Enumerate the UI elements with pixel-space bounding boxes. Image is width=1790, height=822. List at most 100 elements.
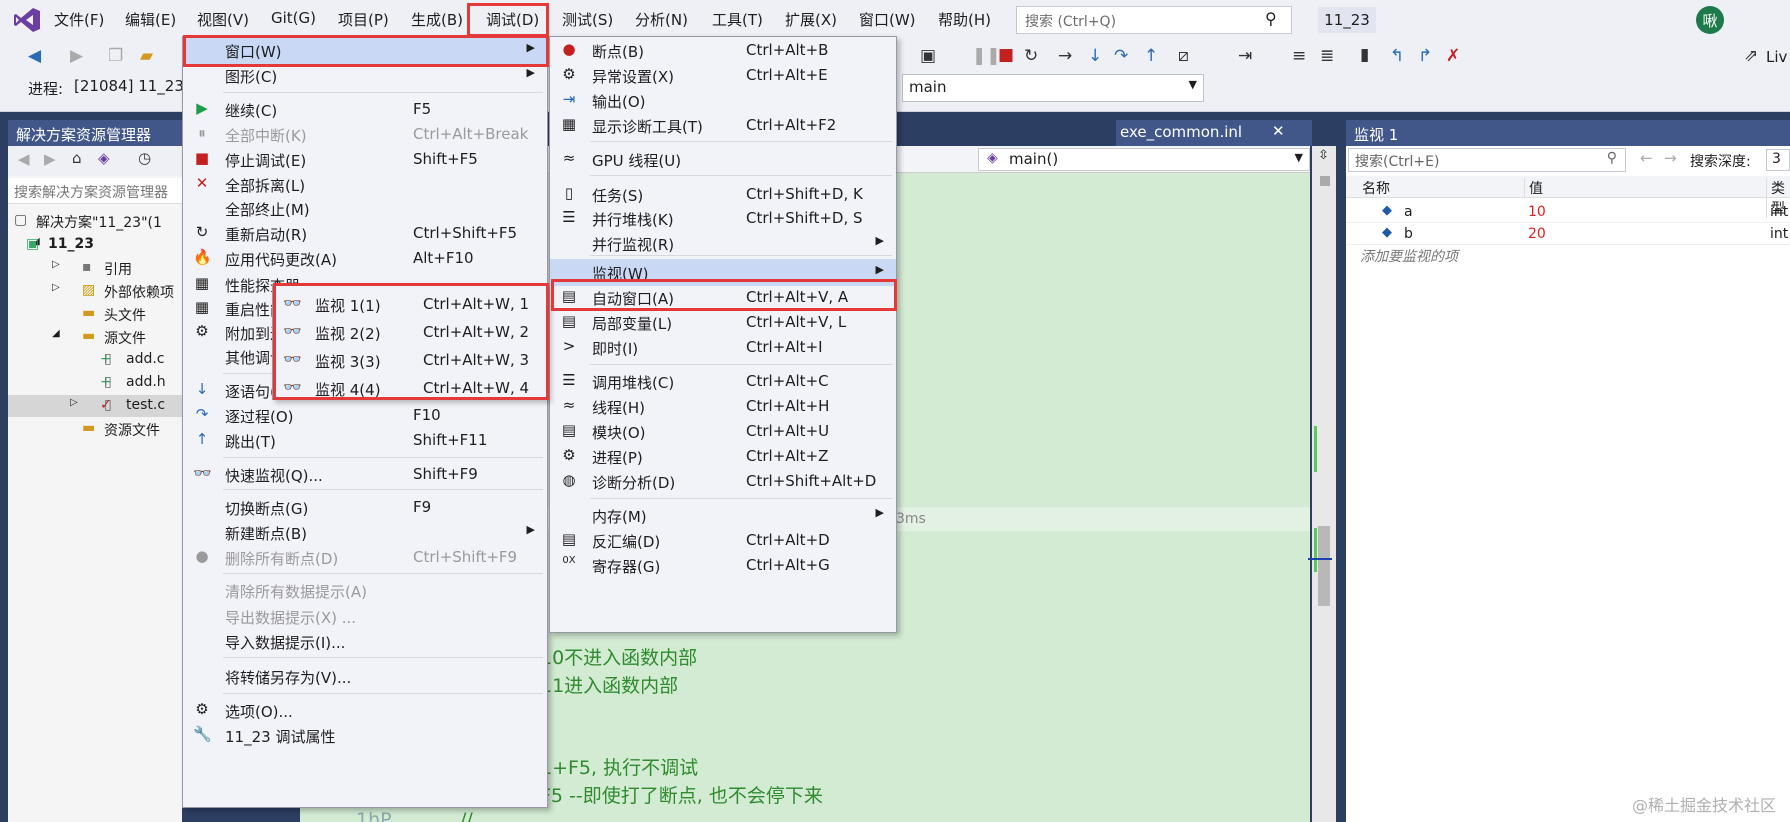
window-menu-item[interactable]: ▤ 自动窗口(A) Ctrl+Alt+V, A — [550, 284, 896, 311]
home-icon[interactable]: ⌂ — [72, 149, 82, 167]
restart-icon[interactable]: ↻ — [1024, 46, 1038, 66]
back-icon[interactable]: ◀ — [18, 150, 30, 168]
solution-search-input[interactable]: 搜索解决方案资源管理器 — [8, 178, 182, 204]
menu-11[interactable]: 窗口(W) — [859, 9, 916, 30]
solution-tree-item[interactable]: add.c — [126, 351, 165, 367]
watch-search-input[interactable]: 搜索(Ctrl+E) ⚲ — [1348, 148, 1626, 172]
watch-submenu-item[interactable]: 👓 监视 1(1) Ctrl+Alt+W, 1 — [273, 291, 547, 318]
live-share-icon[interactable]: ⇗ — [1744, 46, 1758, 66]
solution-tree-item[interactable]: 引用 — [104, 259, 132, 279]
watch-submenu-item[interactable]: 👓 监视 2(2) Ctrl+Alt+W, 2 — [273, 319, 547, 346]
debug-menu-item[interactable]: 图形(C) ▶ — [183, 62, 547, 89]
history-icon[interactable]: ◷ — [138, 149, 151, 167]
debug-menu-item[interactable]: 👓 快速监视(Q)... Shift+F9 — [183, 461, 547, 488]
menu-12[interactable]: 帮助(H) — [938, 9, 991, 30]
next-bookmark-icon[interactable]: ↱ — [1418, 46, 1432, 66]
new-item-icon[interactable]: ❐ — [108, 46, 123, 66]
window-menu-item[interactable]: 监视(W) ▶ — [550, 259, 896, 286]
menu-6[interactable]: 调试(D) — [486, 9, 539, 30]
debug-menu-item[interactable]: 将转储另存为(V)... — [183, 663, 547, 690]
expand-arrow-icon[interactable]: ◢ — [52, 328, 60, 339]
debug-menu-item[interactable]: ⚙ 选项(O)... — [183, 697, 547, 724]
menu-8[interactable]: 分析(N) — [635, 9, 688, 30]
forward-icon[interactable]: ▶ — [44, 150, 56, 168]
forward-icon[interactable]: ▶ — [70, 46, 83, 66]
step-into-icon[interactable]: ↓ — [1088, 46, 1102, 66]
show-next-statement-icon[interactable]: → — [1058, 46, 1072, 66]
watch-submenu-item[interactable]: 👓 监视 4(4) Ctrl+Alt+W, 4 — [273, 375, 547, 402]
window-menu-item[interactable]: ● 断点(B) Ctrl+Alt+B — [550, 37, 896, 64]
search-next-icon[interactable]: → — [1664, 149, 1677, 167]
debug-menu-item[interactable]: ↑ 跳出(T) Shift+F11 — [183, 427, 547, 454]
debug-menu-item[interactable]: ✕ 全部拆离(L) — [183, 171, 547, 198]
watch-value[interactable]: 20 — [1528, 226, 1546, 242]
watch-submenu-item[interactable]: 👓 监视 3(3) Ctrl+Alt+W, 3 — [273, 347, 547, 374]
search-previous-icon[interactable]: ← — [1640, 149, 1653, 167]
window-menu-item[interactable]: ≈ GPU 线程(U) — [550, 146, 896, 173]
menu-3[interactable]: Git(G) — [271, 9, 316, 27]
debug-menu-item[interactable]: 窗口(W) ▶ — [183, 37, 547, 64]
function-dropdown[interactable]: ◈ main() ▼ — [978, 148, 1310, 171]
menu-1[interactable]: 编辑(E) — [125, 9, 176, 30]
watch-name[interactable]: a — [1404, 204, 1413, 220]
clear-bookmarks-icon[interactable]: ✗ — [1446, 46, 1460, 66]
open-folder-icon[interactable]: ▰ — [140, 46, 153, 66]
pause-icon[interactable]: ❚❚ — [972, 46, 1001, 66]
debug-menu-item[interactable]: 清除所有数据提示(A) — [183, 577, 547, 604]
window-menu-item[interactable]: ▤ 反汇编(D) Ctrl+Alt+D — [550, 527, 896, 554]
search-depth-input[interactable]: 3 — [1766, 149, 1790, 171]
window-menu-item[interactable]: ☰ 调用堆栈(C) Ctrl+Alt+C — [550, 368, 896, 395]
window-menu-item[interactable]: ⚙ 异常设置(X) Ctrl+Alt+E — [550, 62, 896, 89]
debug-menu-item[interactable]: 导入数据提示(I)... — [183, 628, 547, 655]
window-menu-item[interactable]: ≈ 线程(H) Ctrl+Alt+H — [550, 393, 896, 420]
split-icon[interactable]: ⇳ — [1318, 148, 1329, 163]
window-menu-item[interactable]: > 即时(I) Ctrl+Alt+I — [550, 334, 896, 361]
menu-2[interactable]: 视图(V) — [197, 9, 249, 30]
watch-name[interactable]: b — [1404, 226, 1413, 242]
bookmark-icon[interactable]: ▮ — [1360, 45, 1369, 65]
avatar[interactable]: 啾 — [1696, 6, 1724, 34]
watch-value[interactable]: 10 — [1528, 204, 1546, 220]
window-menu-item[interactable]: 0X 寄存器(G) Ctrl+Alt+G — [550, 552, 896, 579]
debug-menu-item[interactable]: 🔥 应用代码更改(A) Alt+F10 — [183, 245, 547, 272]
search-icon[interactable]: ⚲ — [1265, 9, 1277, 28]
menu-7[interactable]: 测试(S) — [562, 9, 613, 30]
solution-tree-item[interactable]: test.c — [126, 397, 165, 413]
debug-menu-item[interactable]: ↷ 逐过程(O) F10 — [183, 402, 547, 429]
debug-menu-item[interactable]: 新建断点(B) ▶ — [183, 519, 547, 546]
window-menu-item[interactable]: ▦ 显示诊断工具(T) Ctrl+Alt+F2 — [550, 112, 896, 139]
stack-frame-dropdown[interactable]: main ▼ — [902, 74, 1204, 102]
global-search-input[interactable]: 搜索 (Ctrl+Q) — [1016, 6, 1292, 34]
step-over-icon[interactable]: ↷ — [1114, 46, 1128, 66]
prev-bookmark-icon[interactable]: ↰ — [1390, 46, 1404, 66]
watch-row[interactable]: ◆ b 20 int — [1346, 224, 1790, 245]
solution-tree-item[interactable]: add.h — [126, 374, 166, 390]
debug-menu-item[interactable]: ↻ 重新启动(R) Ctrl+Shift+F5 — [183, 220, 547, 247]
watch-row[interactable]: ◆ a 10 int — [1346, 202, 1790, 223]
process-dropdown[interactable]: [21084] 11_23. — [68, 74, 182, 102]
thread-icon[interactable]: ⇥ — [1238, 46, 1252, 66]
solution-tree-item[interactable]: 解决方案"11_23"(1 — [36, 212, 162, 232]
window-menu-item[interactable]: ▤ 模块(O) Ctrl+Alt+U — [550, 418, 896, 445]
comment-icon[interactable]: ≡ — [1292, 46, 1306, 66]
debug-menu-item[interactable]: ▶ 继续(C) F5 — [183, 96, 547, 123]
expand-arrow-icon[interactable]: ▷ — [52, 259, 60, 270]
debug-menu-item[interactable]: ■ 停止调试(E) Shift+F5 — [183, 146, 547, 173]
debug-menu-item[interactable]: ⏸ 全部中断(K) Ctrl+Alt+Break — [183, 121, 547, 148]
search-icon[interactable]: ⚲ — [1607, 150, 1617, 166]
window-menu-item[interactable]: 内存(M) ▶ — [550, 502, 896, 529]
stop-icon[interactable]: ■ — [998, 45, 1014, 65]
solution-tree-item[interactable]: 头文件 — [104, 305, 146, 325]
window-menu-item[interactable]: 并行监视(R) ▶ — [550, 230, 896, 257]
window-menu-item[interactable]: ▯ 任务(S) Ctrl+Shift+D, K — [550, 181, 896, 208]
screenshot-icon[interactable]: ▣ — [920, 46, 936, 66]
solution-tree-item[interactable]: 源文件 — [104, 328, 146, 348]
window-menu-item[interactable]: ▤ 局部变量(L) Ctrl+Alt+V, L — [550, 309, 896, 336]
column-header-value[interactable]: 值 — [1524, 178, 1543, 198]
menu-4[interactable]: 项目(P) — [338, 9, 389, 30]
live-share-label[interactable]: Liv — [1766, 48, 1787, 66]
scroll-up-arrow[interactable] — [1320, 176, 1330, 186]
column-header-name[interactable]: 名称 — [1362, 178, 1390, 198]
step-out-icon[interactable]: ↑ — [1144, 46, 1158, 66]
window-menu-item[interactable]: ◍ 诊断分析(D) Ctrl+Shift+Alt+D — [550, 468, 896, 495]
